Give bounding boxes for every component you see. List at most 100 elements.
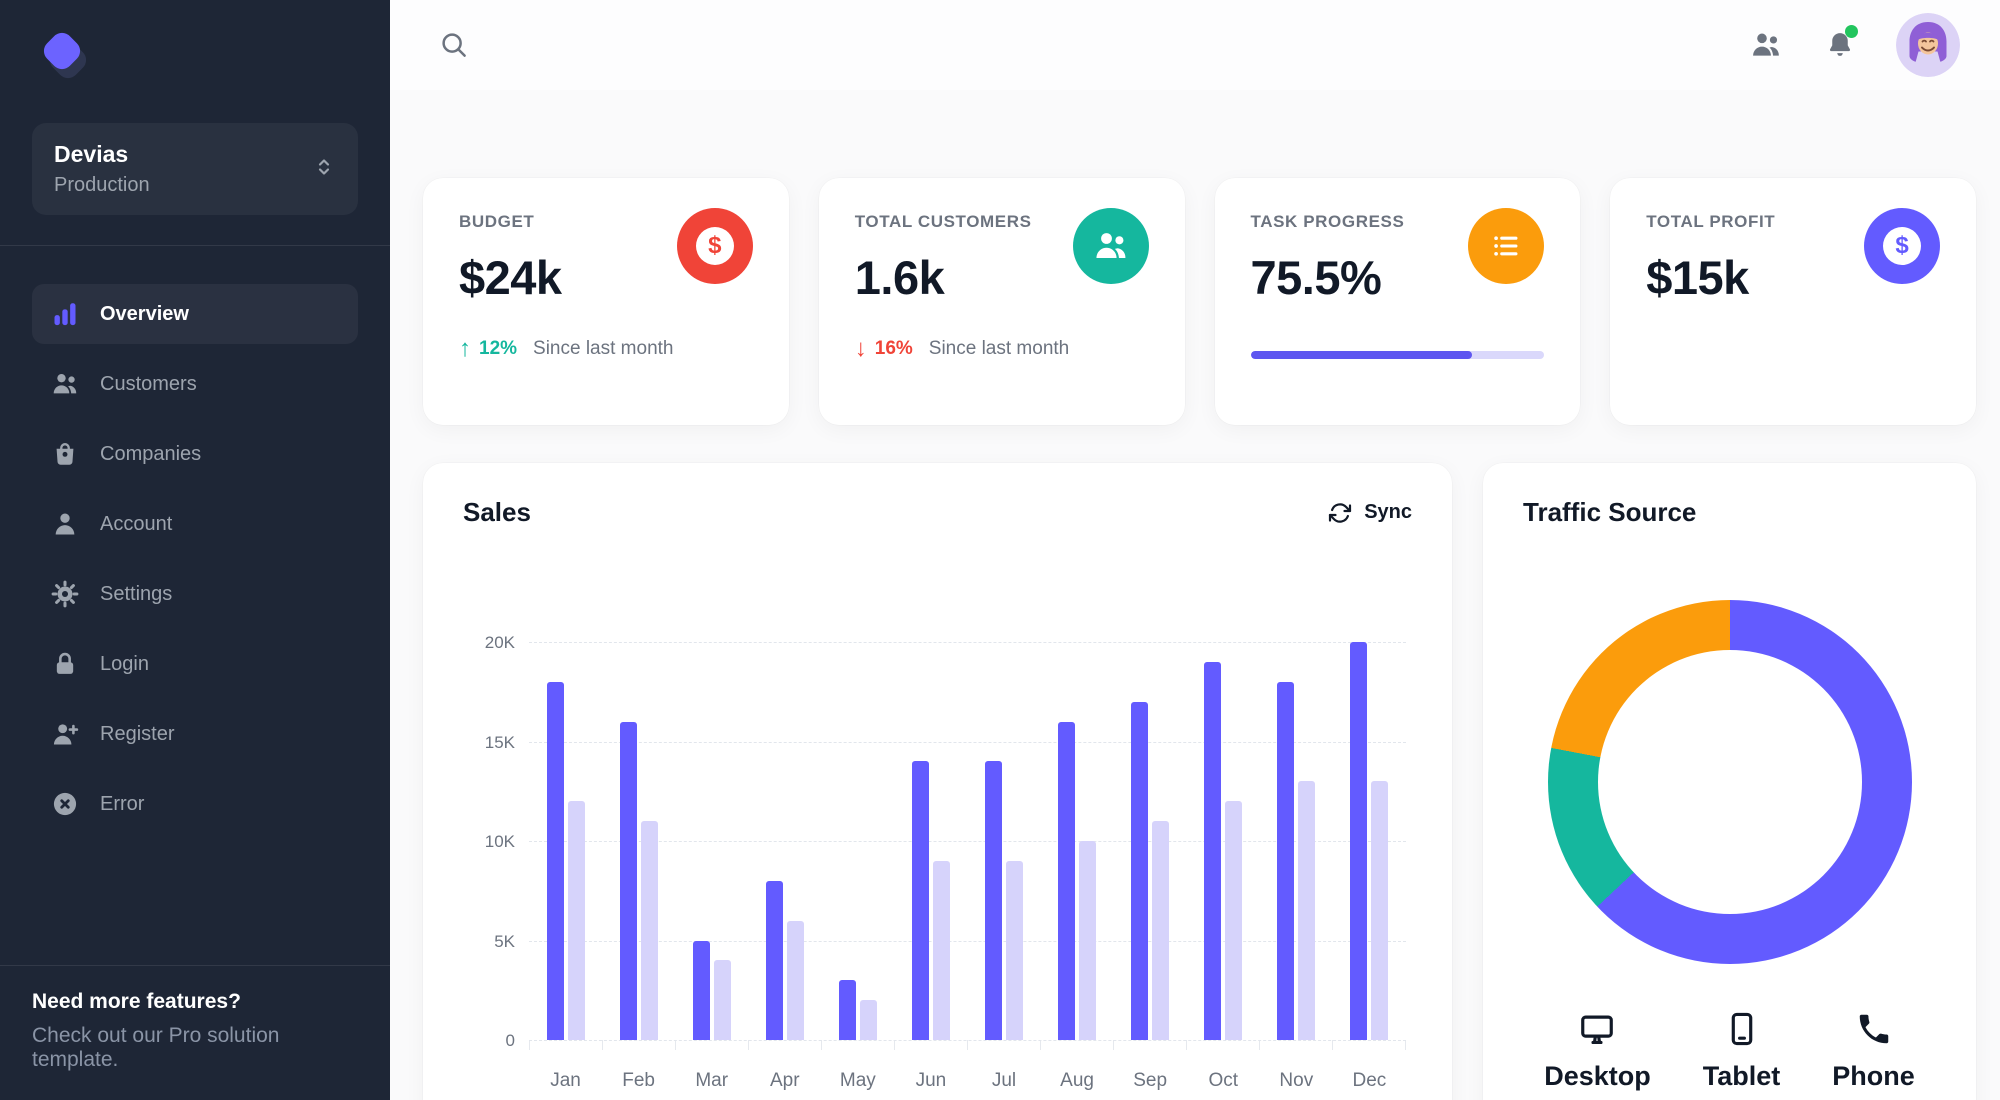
bar-group [748,642,821,1040]
sidebar-item-label: Register [100,722,175,745]
traffic-legend: Desktop Tablet Phone [1523,1010,1936,1092]
sales-months: Jan Feb Mar Apr May Jun Jul Aug Sep Oct Nov Dec [529,1070,1406,1092]
workspace-switcher[interactable]: Devias Production [32,123,358,215]
bar-this-year [1350,642,1368,1040]
sidebar-item-label: Settings [100,582,173,605]
search-icon [442,33,466,57]
user-icon [50,509,80,539]
sidebar-item-overview[interactable]: Overview [32,284,358,344]
sidebar-item-customers[interactable]: Customers [32,354,358,414]
y-tick-label: 10K [484,832,515,851]
sync-button[interactable]: Sync [1328,501,1412,525]
y-tick-label: 20K [484,633,515,652]
bar-last-year [859,1000,877,1040]
traffic-title: Traffic Source [1523,497,1697,527]
sidebar-item-companies[interactable]: Companies [32,424,358,484]
legend-label: Tablet [1702,1061,1781,1091]
sidebar-divider [0,245,390,246]
axis-tick [1114,1040,1187,1050]
bar-this-year [985,761,1002,1040]
notification-dot [1845,25,1858,38]
contacts-button[interactable] [1744,23,1788,67]
bar-group [967,642,1040,1040]
axis-tick [822,1040,895,1050]
x-axis-label: Apr [769,1070,800,1091]
sidebar-footer-subtitle: Check out our Pro solution template. [32,1024,280,1071]
y-tick-label: 15K [484,732,515,752]
bar-last-year [1152,821,1170,1040]
sidebar-nav: Overview Customers Companies Account Set… [32,284,358,834]
sales-card: Sales Sync 20K 15K 10K 5K 0 Jan Feb Mar … [423,463,1452,1100]
bar-this-year [838,980,856,1040]
main-area: BUDGET $24k $ ↑ 12% Since last month TOT… [390,0,2000,1100]
bar-this-year [1058,721,1076,1040]
workspace-name: Devias [54,141,129,167]
sidebar-item-error[interactable]: Error [32,774,358,834]
x-axis-label: Sep [1133,1070,1168,1091]
sidebar-item-label: Customers [100,372,197,395]
dollar-circle-icon: $ [1864,208,1940,284]
axis-tick [1041,1040,1114,1050]
axis-tick [1333,1040,1406,1050]
sidebar-item-account[interactable]: Account [32,494,358,554]
users-icon [50,369,80,399]
list-bullet-circle-icon [1468,208,1545,284]
chart-bar-icon [50,299,80,329]
axis-tick [968,1040,1041,1050]
sales-bars [529,642,1406,1040]
desktop-icon [1578,1010,1616,1053]
axis-tick [530,1040,603,1050]
budget-card: BUDGET $24k $ ↑ 12% Since last month [423,178,789,425]
bar-this-year [692,940,710,1040]
sidebar-item-label: Error [100,792,145,815]
bar-this-year [1204,661,1222,1040]
bar-group [1260,642,1333,1040]
phone-icon [1855,1010,1893,1053]
sidebar-item-register[interactable]: Register [32,704,358,764]
sales-title: Sales [463,497,531,527]
x-axis-label: Jul [991,1070,1017,1091]
bar-last-year [1006,860,1023,1040]
legend-item-phone: Phone [1832,1010,1915,1092]
gear-icon [50,579,80,609]
task-progress-bar [1250,351,1545,359]
user-plus-icon [50,719,80,749]
axis-tick [1187,1040,1260,1050]
task-progress-card: TASK PROGRESS 75.5% [1214,178,1581,425]
sidebar-footer: Need more features? Check out our Pro so… [0,965,390,1100]
dollar-circle-icon: $ [676,208,753,284]
x-axis-label: Aug [1060,1070,1094,1091]
workspace-environment: Production [54,174,150,196]
dashboard-root: Devias Production Overview Customers Com… [0,0,2000,1100]
trend-value: 12% [479,338,518,359]
charts-row: Sales Sync 20K 15K 10K 5K 0 Jan Feb Mar … [423,463,1976,1100]
user-avatar[interactable] [1896,13,1960,77]
bar-last-year [640,821,658,1040]
bar-last-year [1371,781,1389,1040]
total-profit-card: TOTAL PROFIT $15k $ [1610,178,1976,425]
users-icon [1753,33,1779,56]
search-button[interactable] [432,23,476,67]
bar-group [1187,642,1260,1040]
axis-tick [895,1040,968,1050]
arrow-up-icon: ↑ [459,335,471,362]
bar-last-year [567,801,585,1040]
bar-group [1333,642,1406,1040]
sidebar-item-settings[interactable]: Settings [32,564,358,624]
bar-group [602,642,675,1040]
bar-this-year [1277,681,1295,1040]
stat-cards-row: BUDGET $24k $ ↑ 12% Since last month TOT… [423,178,1976,425]
arrow-down-icon: ↓ [854,335,867,362]
x-axis-label: Oct [1208,1070,1239,1091]
axis-tick [1260,1040,1333,1050]
page-content: BUDGET $24k $ ↑ 12% Since last month TOT… [390,90,2000,1100]
bar-group [821,642,894,1040]
sidebar-item-label: Overview [100,302,189,325]
sidebar-item-login[interactable]: Login [32,634,358,694]
sidebar: Devias Production Overview Customers Com… [0,0,390,1100]
sidebar-item-label: Companies [100,442,202,465]
axis-tick [749,1040,822,1050]
bar-group [1114,642,1187,1040]
axis-tick [603,1040,676,1050]
trend-value: 16% [874,338,913,359]
